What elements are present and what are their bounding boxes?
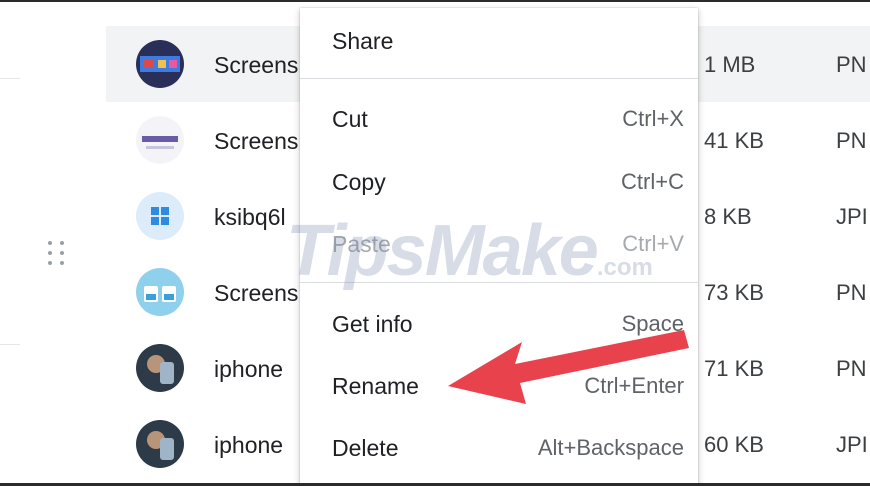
menu-item-get-info[interactable]: Get info Space [300,301,698,345]
file-type: PN [836,128,867,153]
top-border [0,0,870,2]
menu-item-label: Share [332,28,394,54]
menu-item-shortcut: Ctrl+C [621,169,684,194]
file-size: 60 KB [704,432,764,457]
file-name: Screens [214,52,299,78]
photo-thumbnail-icon [136,344,184,392]
file-type: PN [836,52,867,77]
menu-item-copy[interactable]: Copy Ctrl+C [300,159,698,203]
context-menu: Share Cut Ctrl+X Copy Ctrl+C Paste Ctrl+… [300,8,698,486]
menu-item-cut[interactable]: Cut Ctrl+X [300,96,698,140]
menu-separator [300,282,698,283]
file-size: 73 KB [704,280,764,305]
menu-item-label: Rename [332,373,419,399]
menu-item-shortcut: Ctrl+X [622,106,684,131]
menu-item-label: Copy [332,169,386,195]
sidebar-divider [0,78,20,79]
file-type: PN [836,280,867,305]
menu-separator [300,78,698,79]
thumbnail-screenshot-icon [136,40,184,88]
menu-item-share[interactable]: Share [300,18,698,62]
menu-item-shortcut: Space [621,311,684,336]
file-name: iphone [214,356,284,382]
file-size: 41 KB [704,128,764,153]
file-name: Screens [214,280,299,306]
photo-thumbnail-icon [136,420,184,468]
menu-item-shortcut: Ctrl+Enter [584,373,684,398]
thumbnail-screenshot-icon [136,116,184,164]
menu-item-rename[interactable]: Rename Ctrl+Enter [300,363,698,407]
thumbnail-screenshot-icon [136,268,184,316]
file-size: 71 KB [704,356,764,381]
drag-handle-icon[interactable] [48,241,64,269]
menu-item-label: Get info [332,311,413,337]
menu-item-paste: Paste Ctrl+V [300,221,698,265]
file-size: 1 MB [704,52,756,77]
file-name: iphone [214,432,284,458]
sidebar-divider [0,344,20,345]
file-type: JPI [836,204,868,229]
file-type: PN [836,356,867,381]
menu-item-delete[interactable]: Delete Alt+Backspace [300,425,698,469]
menu-item-shortcut: Ctrl+V [622,231,684,256]
file-type: JPI [836,432,868,457]
file-name: Screens [214,128,299,154]
windows-logo-icon [136,192,184,240]
menu-item-shortcut: Alt+Backspace [537,435,684,460]
menu-item-label: Paste [332,231,391,257]
menu-item-label: Cut [332,106,368,132]
file-size: 8 KB [704,204,752,229]
menu-item-label: Delete [332,435,399,461]
file-name: ksibq6l [214,204,286,230]
